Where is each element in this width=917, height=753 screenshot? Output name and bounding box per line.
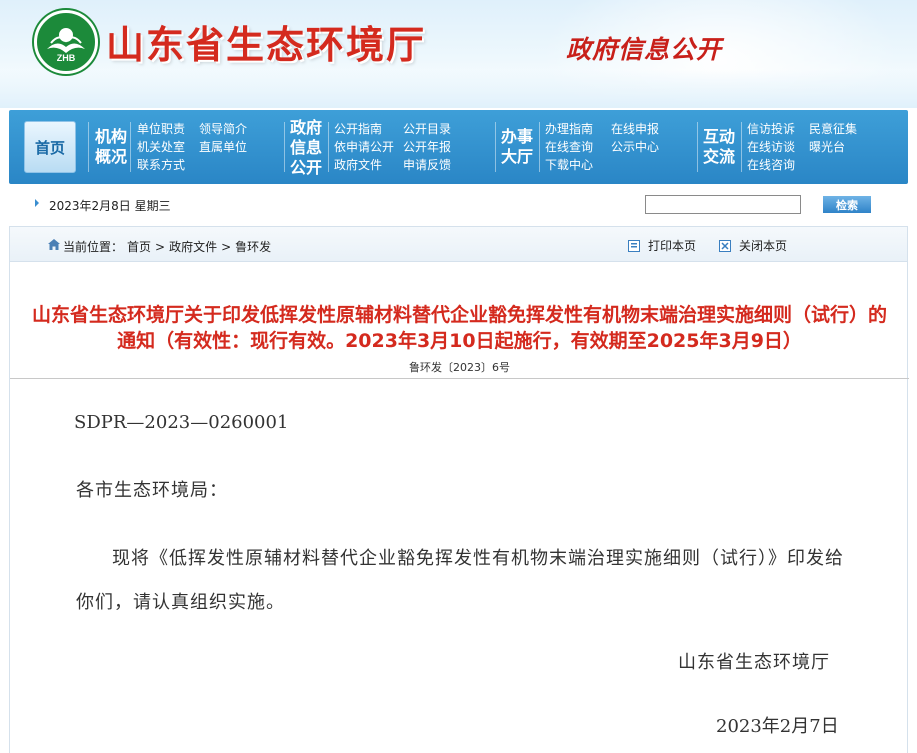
nav-divider: [539, 122, 540, 172]
date-search-bar: 2023年2月8日 星期三 检索: [9, 188, 908, 220]
home-icon: [48, 239, 60, 250]
nav-divider: [88, 122, 89, 172]
nav-link-contact[interactable]: 联系方式: [137, 158, 185, 172]
nav-group-title-org[interactable]: 机构 概况: [91, 127, 131, 167]
close-page-button[interactable]: 关闭本页: [719, 237, 787, 254]
search-input[interactable]: [645, 195, 801, 214]
site-banner: ZHB 山东省生态环境厅 政府信息公开: [0, 0, 917, 108]
search-button[interactable]: 检索: [823, 196, 871, 213]
title-divider: [10, 378, 909, 379]
nav-link-exposure[interactable]: 曝光台: [809, 140, 845, 154]
nav-link-affiliates[interactable]: 直属单位: [199, 140, 247, 154]
article-title-line: 通知（有效性：现行有效。2023年3月10日起施行，有效期至2025年3月9日）: [117, 330, 802, 352]
article-content: 山东省生态环境厅关于印发低挥发性原辅材料替代企业豁免挥发性有机物末端治理实施细则…: [9, 262, 909, 753]
current-date: 2023年2月8日 星期三: [49, 199, 171, 213]
nav-group-title-service[interactable]: 办事 大厅: [497, 127, 537, 167]
nav-group-title-interact[interactable]: 互动 交流: [699, 127, 739, 167]
nav-divider: [697, 122, 698, 172]
nav-group-title-line: 交流: [702, 147, 735, 166]
breadcrumb-current[interactable]: 鲁环发: [235, 240, 271, 254]
banner-slogan: 政府信息公开: [566, 35, 723, 64]
nav-link-notice-center[interactable]: 公示中心: [611, 140, 659, 154]
nav-link-duties[interactable]: 单位职责: [137, 122, 185, 136]
print-icon: [628, 239, 640, 252]
breadcrumb-home-link[interactable]: 首页: [127, 240, 151, 254]
nav-home-button[interactable]: 首页: [24, 121, 76, 173]
nav-link-leaders[interactable]: 领导简介: [199, 122, 247, 136]
nav-link-annual-report[interactable]: 公开年报: [403, 140, 451, 154]
nav-link-departments[interactable]: 机关处室: [137, 140, 185, 154]
breadcrumb-gov-docs-link[interactable]: 政府文件: [169, 240, 217, 254]
body-paragraph: 现将《低挥发性原辅材料替代企业豁免挥发性有机物末端治理实施细则（试行）》印发给你…: [76, 548, 844, 613]
breadcrumb-separator: >: [155, 240, 166, 254]
site-title[interactable]: 山东省生态环境厅: [106, 14, 426, 69]
signature-org: 山东省生态环境厅: [678, 652, 830, 673]
nav-group-title-line: 信息: [289, 138, 322, 157]
nav-group-title-line: 大厅: [500, 147, 533, 166]
banner-haze: [0, 70, 917, 108]
site-logo[interactable]: ZHB: [34, 10, 98, 74]
breadcrumb-separator: >: [221, 240, 232, 254]
triangle-bullet-icon: [35, 199, 39, 207]
main-nav: 首页 机构 概况 单位职责 领导简介 机关处室 直属单位 联系方式 政府 信息 …: [9, 110, 908, 184]
nav-link-download[interactable]: 下载中心: [545, 158, 593, 172]
nav-link-opinion[interactable]: 民意征集: [809, 122, 857, 136]
nav-link-service-guide[interactable]: 办理指南: [545, 122, 593, 136]
nav-group-title-line: 概况: [94, 147, 127, 166]
breadcrumb-bar: 当前位置： 首页 > 政府文件 > 鲁环发 打印本页 关闭本页: [9, 226, 908, 262]
nav-link-guide[interactable]: 公开指南: [334, 122, 382, 136]
nav-link-feedback[interactable]: 申请反馈: [403, 158, 451, 172]
nav-link-online-apply[interactable]: 在线申报: [611, 122, 659, 136]
nav-divider: [495, 122, 496, 172]
nav-divider: [130, 122, 131, 172]
nav-group-title-line: 政府: [289, 118, 322, 137]
nav-divider: [284, 122, 285, 172]
nav-link-interview[interactable]: 在线访谈: [747, 140, 795, 154]
nav-group-title-line: 公开: [289, 158, 322, 177]
nav-group-title-line: 互动: [702, 127, 735, 146]
logo-text: ZHB: [56, 53, 76, 63]
signature-date: 2023年2月7日: [716, 716, 839, 737]
document-number: 鲁环发〔2023〕6号: [409, 361, 510, 374]
nav-link-catalog[interactable]: 公开目录: [403, 122, 451, 136]
close-page-label: 关闭本页: [739, 239, 788, 253]
nav-link-gov-docs[interactable]: 政府文件: [334, 158, 382, 172]
nav-link-online-query[interactable]: 在线查询: [545, 140, 593, 154]
nav-link-consult[interactable]: 在线咨询: [747, 158, 795, 172]
print-page-button[interactable]: 打印本页: [628, 237, 696, 254]
breadcrumb-label: 当前位置：: [63, 240, 124, 254]
close-icon: [719, 239, 731, 252]
nav-group-title-line: 机构: [94, 127, 127, 146]
nav-group-title-line: 办事: [500, 127, 533, 146]
salutation: 各市生态环境局：: [76, 480, 228, 501]
breadcrumb: 当前位置： 首页 > 政府文件 > 鲁环发: [63, 238, 275, 255]
nav-group-title-disclosure[interactable]: 政府 信息 公开: [286, 118, 326, 178]
document-code: SDPR—2023—0260001: [74, 412, 289, 433]
print-page-label: 打印本页: [648, 239, 697, 253]
nav-link-apply[interactable]: 依申请公开: [334, 140, 394, 154]
nav-divider: [741, 122, 742, 172]
article-title-line: 山东省生态环境厅关于印发低挥发性原辅材料替代企业豁免挥发性有机物末端治理实施细则…: [31, 304, 887, 326]
nav-divider: [328, 122, 329, 172]
nav-link-complaint[interactable]: 信访投诉: [747, 122, 795, 136]
article-title: 山东省生态环境厅关于印发低挥发性原辅材料替代企业豁免挥发性有机物末端治理实施细则…: [10, 302, 909, 354]
